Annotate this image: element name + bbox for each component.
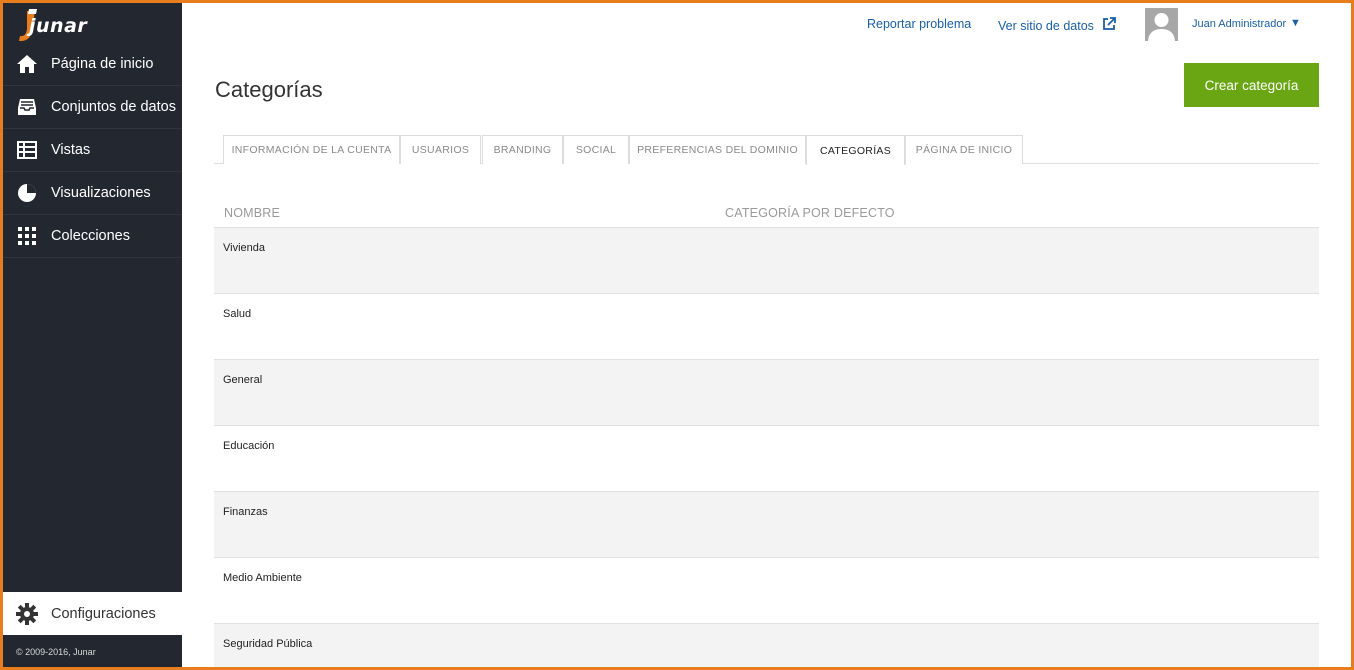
- tab-home-page[interactable]: PÁGINA DE INICIO: [905, 135, 1023, 164]
- category-name: Seguridad Pública: [223, 638, 313, 650]
- sidebar-item-visualizations[interactable]: Visualizaciones: [3, 172, 182, 215]
- settings-tabs: INFORMACIÓN DE LA CUENTA USUARIOS BRANDI…: [214, 135, 1319, 165]
- view-data-site-link[interactable]: Ver sitio de datos: [998, 17, 1117, 33]
- category-name: Vivienda: [223, 242, 265, 254]
- table-row[interactable]: Medio Ambiente: [214, 557, 1319, 623]
- avatar[interactable]: [1145, 8, 1178, 41]
- table-icon: [3, 141, 51, 159]
- sidebar-item-collections[interactable]: Colecciones: [3, 215, 182, 258]
- sidebar-item-home[interactable]: Página de inicio: [3, 43, 182, 86]
- top-bar: Reportar problema Ver sitio de datos Jua…: [182, 3, 1351, 43]
- logo-text: junar: [29, 15, 88, 37]
- column-header-name[interactable]: NOMBRE: [224, 206, 280, 220]
- tab-social[interactable]: SOCIAL: [563, 135, 629, 164]
- category-name: General: [223, 374, 263, 386]
- sidebar-item-datasets[interactable]: Conjuntos de datos: [3, 86, 182, 129]
- category-name: Medio Ambiente: [223, 572, 302, 584]
- create-category-button[interactable]: Crear categoría: [1184, 63, 1319, 107]
- junar-logo[interactable]: junar: [17, 7, 137, 43]
- sidebar-item-label: Vistas: [51, 142, 91, 158]
- view-data-site-label: Ver sitio de datos: [998, 19, 1094, 33]
- sidebar-item-label: Conjuntos de datos: [51, 99, 176, 115]
- inbox-icon: [3, 97, 51, 117]
- table-row[interactable]: Salud: [214, 293, 1319, 359]
- gear-icon: [3, 602, 51, 625]
- category-name: Educación: [223, 440, 275, 452]
- app-window: junar Página de inicio Conjuntos de dato…: [3, 3, 1351, 667]
- tab-users[interactable]: USUARIOS: [400, 135, 481, 164]
- report-problem-link[interactable]: Reportar problema: [867, 17, 971, 31]
- tab-domain-preferences[interactable]: PREFERENCIAS DEL DOMINIO: [629, 135, 806, 164]
- sidebar-nav: Página de inicio Conjuntos de datos Vist…: [3, 43, 182, 258]
- sidebar-item-settings[interactable]: Configuraciones: [3, 592, 182, 635]
- table-row[interactable]: Vivienda: [214, 227, 1319, 293]
- tab-branding[interactable]: BRANDING: [482, 135, 563, 164]
- category-name: Finanzas: [223, 506, 268, 518]
- column-header-default-category[interactable]: CATEGORÍA POR DEFECTO: [725, 206, 895, 220]
- home-icon: [3, 54, 51, 74]
- table-row[interactable]: Educación: [214, 425, 1319, 491]
- sidebar-item-label: Visualizaciones: [51, 185, 151, 201]
- copyright-text: © 2009-2016, Junar: [16, 647, 96, 657]
- settings-label: Configuraciones: [51, 605, 156, 622]
- category-name: Salud: [223, 308, 252, 320]
- categories-table: Vivienda Salud General Educación Finanza…: [214, 227, 1319, 667]
- tab-categories[interactable]: CATEGORÍAS: [806, 135, 905, 165]
- user-silhouette-icon: [1148, 13, 1175, 41]
- table-row[interactable]: General: [214, 359, 1319, 425]
- grid-icon: [3, 227, 51, 245]
- caret-down-icon[interactable]: ▼: [1290, 17, 1301, 29]
- tab-account-info[interactable]: INFORMACIÓN DE LA CUENTA: [223, 135, 400, 164]
- table-row[interactable]: Seguridad Pública: [214, 623, 1319, 667]
- sidebar-item-label: Página de inicio: [51, 56, 154, 72]
- sidebar: junar Página de inicio Conjuntos de dato…: [3, 3, 182, 667]
- sidebar-item-views[interactable]: Vistas: [3, 129, 182, 172]
- table-row[interactable]: Finanzas: [214, 491, 1319, 557]
- sidebar-item-label: Colecciones: [51, 228, 130, 244]
- user-menu[interactable]: Juan Administrador: [1192, 18, 1286, 30]
- pie-chart-icon: [3, 183, 51, 203]
- page-title: Categorías: [215, 77, 323, 102]
- external-link-icon: [1103, 17, 1117, 30]
